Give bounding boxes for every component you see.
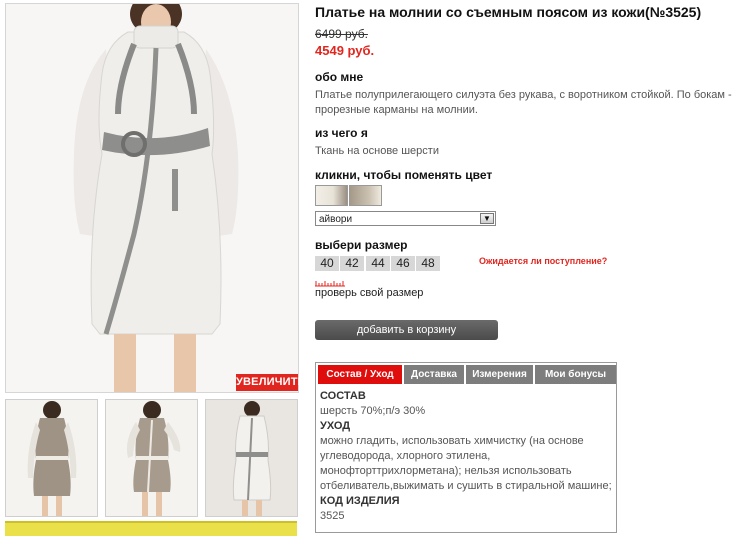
tab-delivery[interactable]: Доставка: [404, 365, 464, 384]
thumbnail-back[interactable]: [5, 399, 98, 517]
color-select-value: айвори: [319, 214, 353, 225]
tab-measurements[interactable]: Измерения: [466, 365, 533, 384]
chevron-down-icon[interactable]: ▼: [480, 213, 494, 224]
expected-arrival-link[interactable]: Ожидается ли поступление?: [479, 256, 607, 266]
product-code-heading: КОД ИЗДЕЛИЯ: [320, 495, 400, 507]
zoom-button[interactable]: УВЕЛИЧИТЬ: [236, 374, 306, 391]
old-price: 6499 руб.: [315, 27, 368, 41]
color-heading: кликни, чтобы поменять цвет: [315, 168, 493, 182]
product-code-value: 3525: [320, 510, 345, 522]
product-title: Платье на молнии со съемным поясом из ко…: [315, 4, 702, 20]
product-info-tabs: Состав / Уход Доставка Измерения Мои бон…: [315, 362, 617, 533]
color-select[interactable]: айвори ▼: [315, 211, 496, 226]
color-swatch-ivory[interactable]: [315, 185, 348, 206]
add-to-cart-button[interactable]: добавить в корзину: [315, 320, 498, 340]
tab-bonuses[interactable]: Мои бонусы: [535, 365, 616, 384]
care-heading: УХОД: [320, 420, 351, 432]
thumbnail-front-white[interactable]: [205, 399, 298, 517]
size-option-42[interactable]: 42: [340, 256, 364, 271]
material-heading: из чего я: [315, 126, 368, 140]
size-option-46[interactable]: 46: [391, 256, 415, 271]
composition-heading: СОСТАВ: [320, 390, 366, 402]
material-text: Ткань на основе шерсти: [315, 145, 439, 157]
size-option-40[interactable]: 40: [315, 256, 339, 271]
about-heading: обо мне: [315, 70, 364, 84]
tab-content-composition: СОСТАВ шерсть 70%;п/э 30% УХОД можно гла…: [320, 389, 612, 524]
ruler-icon[interactable]: [315, 280, 345, 287]
composition-text: шерсть 70%;п/э 30%: [320, 405, 426, 417]
tab-composition-care[interactable]: Состав / Уход: [318, 365, 402, 384]
main-product-image[interactable]: [5, 3, 299, 393]
about-text: Платье полуприлегающего силуэта без рука…: [315, 89, 732, 116]
thumbnail-front-beige[interactable]: [105, 399, 198, 517]
size-heading: выбери размер: [315, 238, 408, 252]
color-swatch-beige[interactable]: [349, 185, 382, 206]
care-text: можно гладить, использовать химчистку (н…: [320, 435, 612, 492]
check-size-link[interactable]: проверь свой размер: [315, 287, 423, 299]
size-option-48[interactable]: 48: [416, 256, 440, 271]
new-price: 4549 руб.: [315, 43, 375, 58]
size-option-44[interactable]: 44: [366, 256, 390, 271]
